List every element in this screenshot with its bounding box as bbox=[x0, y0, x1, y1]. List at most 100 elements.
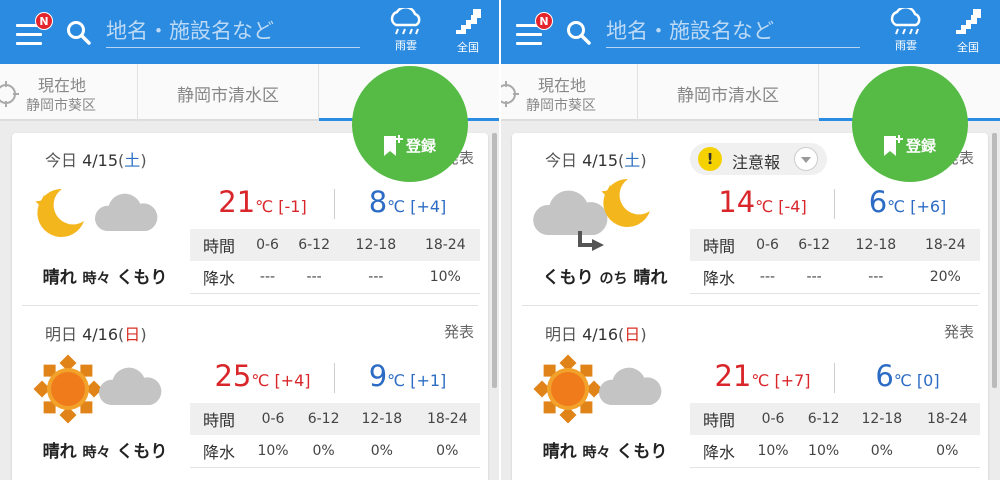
weather-secondary: くもり bbox=[116, 268, 168, 288]
rain-radar-button[interactable]: 雨雲 bbox=[884, 8, 928, 58]
app-header: N 雨雲 全国 bbox=[500, 0, 1000, 64]
register-button[interactable]: 登録 bbox=[352, 66, 468, 182]
precip-cell: 0% bbox=[914, 435, 980, 468]
low-temp-unit: ℃ bbox=[893, 371, 912, 390]
high-temp-diff: [+7] bbox=[774, 371, 811, 390]
weather-main: 晴れ bbox=[42, 442, 77, 462]
time-header-row: 時間 0-6 6-12 12-18 18-24 bbox=[690, 403, 980, 435]
scrollbar[interactable] bbox=[992, 133, 997, 388]
weather-secondary: くもり bbox=[116, 442, 168, 462]
time-header-row: 時間 0-6 6-12 12-18 18-24 bbox=[190, 229, 480, 261]
advisory-label: 注意報 bbox=[732, 153, 781, 172]
precip-label: 降水 bbox=[190, 261, 248, 294]
forecast-card: 今日 4/15(土) 発表 くもり のち 晴れ 14℃ [-4] 6℃ [+6]… bbox=[512, 133, 988, 480]
menu-button[interactable]: N bbox=[514, 12, 553, 49]
high-temp-value: 14 bbox=[718, 185, 756, 219]
bookmark-add-icon bbox=[884, 135, 903, 156]
precip-cell: 10% bbox=[410, 261, 480, 294]
high-temp-unit: ℃ bbox=[251, 371, 270, 390]
weather-panel: N 雨雲 全国 現在地 静岡市葵区 静岡市清水区 平谷村 登録 bbox=[500, 0, 1000, 480]
period-cell: 0-6 bbox=[248, 229, 287, 261]
warning-icon: ! bbox=[698, 147, 722, 171]
menu-button[interactable]: N bbox=[14, 12, 53, 49]
tab-shimizu[interactable]: 静岡市清水区 bbox=[638, 64, 819, 121]
precip-cell: 0% bbox=[849, 435, 915, 468]
precip-cell: --- bbox=[287, 261, 342, 294]
period-cell: 12-18 bbox=[849, 403, 915, 435]
precip-label: 降水 bbox=[190, 435, 248, 468]
precip-row: 降水 --- --- --- 10% bbox=[190, 261, 480, 294]
precip-cell: --- bbox=[787, 261, 842, 294]
weather-connector: 時々 bbox=[82, 271, 111, 287]
period-cell: 0-6 bbox=[748, 229, 787, 261]
period-cell: 18-24 bbox=[410, 229, 480, 261]
high-temp-unit: ℃ bbox=[255, 197, 274, 216]
weekday: 日 bbox=[624, 325, 641, 344]
high-temp-value: 21 bbox=[218, 185, 256, 219]
national-button[interactable]: 全国 bbox=[946, 8, 990, 58]
weather-main: くもり bbox=[542, 268, 594, 288]
precip-table: 時間 0-6 6-12 12-18 18-24 降水 --- --- --- 2… bbox=[690, 229, 980, 294]
low-temp: 6℃ [+6] bbox=[835, 185, 980, 219]
search-input[interactable] bbox=[606, 14, 860, 48]
weather-secondary: 晴れ bbox=[633, 268, 668, 288]
period-cell: 18-24 bbox=[414, 403, 480, 435]
precip-cell: --- bbox=[748, 261, 787, 294]
bookmark-add-icon bbox=[384, 135, 403, 156]
dropdown-arrow-icon[interactable] bbox=[794, 147, 818, 171]
low-temp-unit: ℃ bbox=[387, 371, 406, 390]
time-label: 時間 bbox=[690, 403, 748, 435]
rain-cloud-icon bbox=[890, 8, 921, 35]
rain-radar-button[interactable]: 雨雲 bbox=[384, 8, 428, 58]
weather-icon-box bbox=[32, 175, 172, 255]
day-separator bbox=[522, 305, 978, 306]
precip-row: 降水 10% 10% 0% 0% bbox=[690, 435, 980, 468]
precip-label: 降水 bbox=[690, 435, 748, 468]
current-location-name: 静岡市葵区 bbox=[526, 98, 596, 114]
moon-cloud-icon bbox=[35, 188, 158, 237]
national-button[interactable]: 全国 bbox=[446, 8, 490, 58]
period-cell: 6-12 bbox=[787, 229, 842, 261]
high-temp-diff: [-1] bbox=[278, 197, 307, 216]
search-icon[interactable] bbox=[66, 20, 92, 46]
search-icon[interactable] bbox=[566, 20, 592, 46]
weather-summary: くもり のち 晴れ bbox=[520, 263, 690, 288]
day-name: 明日 bbox=[545, 325, 578, 344]
cloud-then-moon-icon bbox=[533, 178, 650, 251]
tab-label: 静岡市清水区 bbox=[677, 86, 779, 106]
precip-cell: --- bbox=[841, 261, 911, 294]
precip-table: 時間 0-6 6-12 12-18 18-24 降水 10% 10% 0% 0% bbox=[690, 403, 980, 468]
tab-current-location[interactable]: 現在地 静岡市葵区 bbox=[500, 64, 638, 121]
weather-summary: 晴れ 時々 くもり bbox=[520, 437, 690, 462]
low-temp-value: 8 bbox=[368, 185, 388, 219]
warning-advisory-chip[interactable]: ! 注意報 bbox=[690, 143, 827, 175]
period-cell: 18-24 bbox=[914, 403, 980, 435]
issued-label: 発表 bbox=[944, 323, 975, 341]
high-temp-diff: [+4] bbox=[274, 371, 311, 390]
high-temp: 14℃ [-4] bbox=[690, 185, 835, 219]
weather-main: 晴れ bbox=[42, 268, 77, 288]
scrollbar[interactable] bbox=[492, 133, 497, 388]
day-name: 明日 bbox=[45, 325, 78, 344]
day-forecast: 明日 4/16(日) 発表 晴れ 時々 くもり 25℃ [+4] 9℃ [+1]… bbox=[12, 307, 488, 479]
current-location-name: 静岡市葵区 bbox=[26, 98, 96, 114]
high-temp-value: 21 bbox=[714, 359, 752, 393]
register-button[interactable]: 登録 bbox=[852, 66, 968, 182]
search-input[interactable] bbox=[106, 14, 360, 48]
weekday: 土 bbox=[124, 151, 141, 170]
precip-cell: 10% bbox=[748, 435, 799, 468]
weekday: 土 bbox=[624, 151, 641, 170]
register-label: 登録 bbox=[906, 137, 937, 155]
period-cell: 6-12 bbox=[298, 403, 350, 435]
tab-shimizu[interactable]: 静岡市清水区 bbox=[138, 64, 319, 121]
time-header-row: 時間 0-6 6-12 12-18 18-24 bbox=[690, 229, 980, 261]
temperature-row: 25℃ [+4] 9℃ [+1] bbox=[190, 359, 480, 399]
tab-current-location[interactable]: 現在地 静岡市葵区 bbox=[0, 64, 138, 121]
precip-cell: --- bbox=[248, 261, 287, 294]
weekday-close: ) bbox=[640, 151, 647, 170]
rain-radar-label: 雨雲 bbox=[395, 39, 417, 52]
issued-label: 発表 bbox=[444, 323, 475, 341]
low-temp: 9℃ [+1] bbox=[335, 359, 480, 393]
low-temp-unit: ℃ bbox=[387, 197, 406, 216]
day-date-label: 今日 4/15(土) bbox=[45, 147, 147, 171]
